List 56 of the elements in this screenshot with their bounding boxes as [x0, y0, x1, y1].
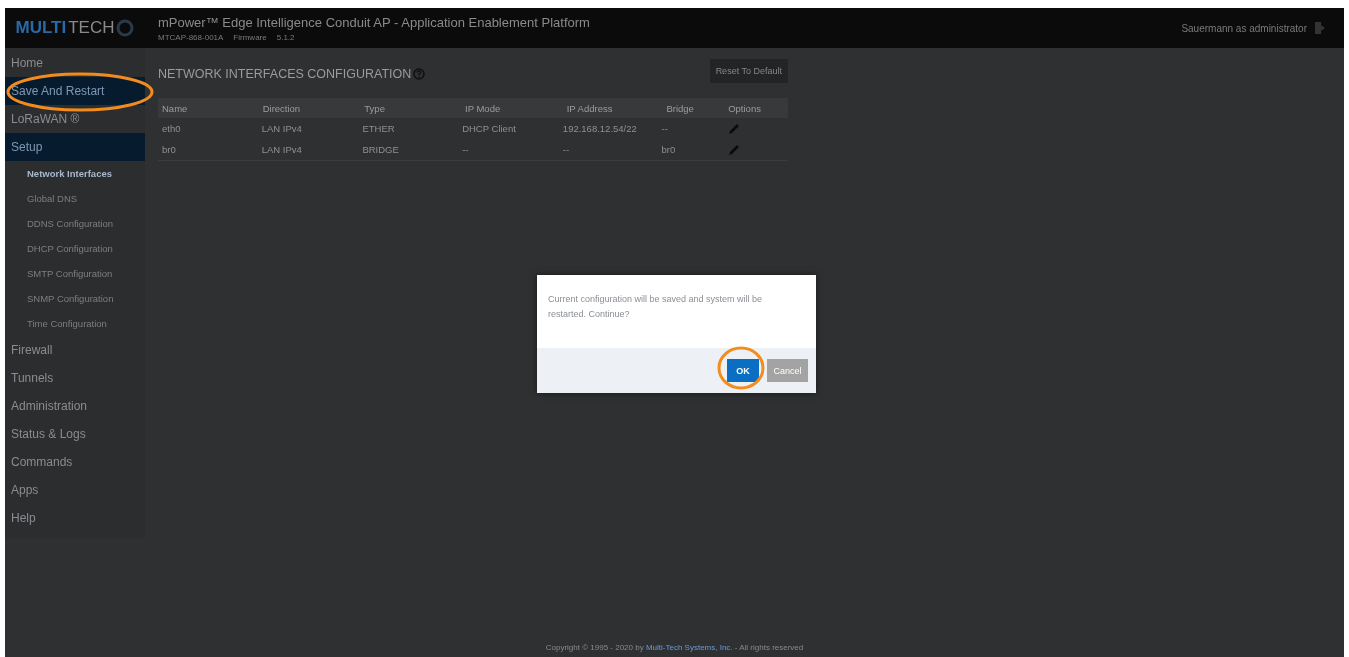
edit-icon[interactable] — [728, 123, 740, 134]
sidebar-item[interactable]: DDNS Configuration — [5, 211, 145, 236]
app-title: mPower™ Edge Intelligence Conduit AP - Application Enablement Platform — [158, 14, 591, 30]
table-cell-text: LAN IPv4 — [260, 123, 303, 134]
edit-icon[interactable] — [728, 144, 740, 155]
logout-icon[interactable] — [1315, 22, 1326, 34]
sidebar-item[interactable]: Setup — [5, 133, 145, 161]
sidebar-item[interactable]: Global DNS — [5, 186, 145, 211]
user-label: Sauermann as administrator — [1181, 22, 1307, 34]
table-cell-text: -- — [461, 144, 470, 155]
column-header: Direction — [261, 102, 302, 114]
help-icon[interactable] — [413, 68, 426, 80]
column-header: IP Mode — [464, 102, 502, 114]
table-cell-text: -- — [660, 123, 669, 134]
sidebar-item[interactable]: DHCP Configuration — [5, 236, 145, 261]
company-link[interactable]: Multi-Tech Systems, Inc. — [645, 643, 733, 652]
table-cell-text: br0 — [660, 144, 677, 155]
sidebar-item[interactable]: Home — [5, 49, 145, 77]
column-header: Options — [727, 102, 762, 114]
table-cell-text: 192.168.12.54/22 — [561, 123, 638, 134]
sidebar-item[interactable]: LoRaWAN ® — [5, 105, 145, 133]
table-cell-text: eth0 — [161, 123, 182, 134]
sidebar-item[interactable]: Help — [5, 504, 145, 532]
sidebar-item[interactable]: Tunnels — [5, 364, 145, 392]
table-cell-text: LAN IPv4 — [260, 144, 303, 155]
sidebar-item[interactable]: Firewall — [5, 336, 145, 364]
table-cell-text: -- — [561, 144, 571, 155]
table-cell-text: BRIDGE — [361, 144, 400, 155]
model-number: MTCAP-868-001A — [158, 32, 224, 42]
ok-button[interactable]: OK — [727, 359, 759, 382]
cancel-button[interactable]: Cancel — [767, 359, 808, 382]
dialog-message: Current configuration will be saved and system will be restarted. Continue? — [547, 293, 764, 321]
sidebar-item[interactable]: Save And Restart — [5, 77, 145, 105]
sidebar-item[interactable]: SNMP Configuration — [5, 286, 145, 311]
column-header: Name — [161, 102, 189, 114]
column-header: Type — [363, 102, 386, 114]
logo: MULTITECH — [5, 18, 145, 38]
table-cell-text: br0 — [161, 144, 177, 155]
firmware-label: Firmware — [233, 32, 267, 42]
ring-icon — [116, 19, 135, 37]
table-cell-text: DHCP Client — [461, 123, 517, 134]
sidebar-item[interactable]: Administration — [5, 392, 145, 420]
page-title: NETWORK INTERFACES CONFIGURATION — [158, 67, 412, 81]
sidebar-item[interactable]: Commands — [5, 448, 145, 476]
column-header: Bridge — [665, 102, 695, 114]
table-cell-text: ETHER — [361, 123, 396, 134]
sidebar-item[interactable]: Apps — [5, 476, 145, 504]
sidebar-item[interactable]: Status & Logs — [5, 420, 145, 448]
sidebar-item[interactable]: SMTP Configuration — [5, 261, 145, 286]
sidebar-item[interactable]: Network Interfaces — [5, 161, 145, 186]
firmware-version: 5.1.2 — [276, 32, 295, 42]
sidebar-item[interactable]: Time Configuration — [5, 311, 145, 336]
annotation-ellipse — [717, 346, 765, 390]
reset-button[interactable]: Reset To Default — [709, 59, 788, 83]
copyright-text: Copyright © 1995 - 2020 by Multi-Tech Systems, Inc. - All rights reserved — [545, 643, 804, 654]
column-header: IP Address — [565, 102, 614, 114]
